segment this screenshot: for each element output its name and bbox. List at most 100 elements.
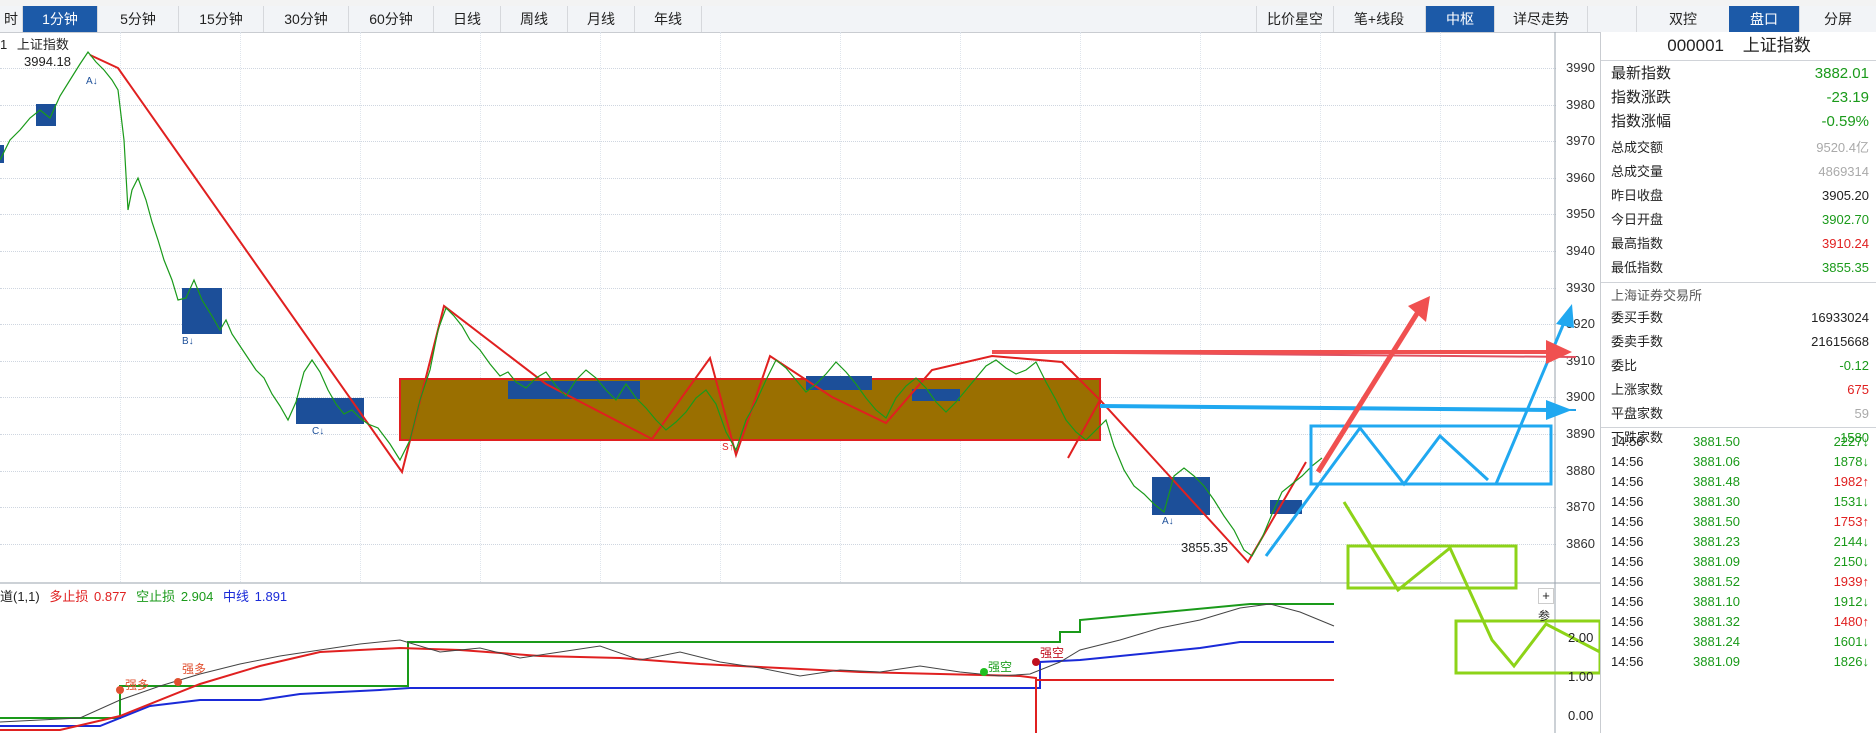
tick-row[interactable]: 14:56 3881.10 1912↓	[1601, 592, 1876, 612]
quote-exchange-row: 委卖手数 21615668	[1601, 330, 1876, 354]
tick-price: 3881.09	[1693, 654, 1740, 669]
quote-exchange-row: 上涨家数 675	[1601, 378, 1876, 402]
tick-row[interactable]: 14:56 3881.23 2144↓	[1601, 532, 1876, 552]
quote-exchange-label: 委比	[1611, 358, 1638, 373]
tick-volume: 1939↑	[1833, 574, 1869, 589]
quote-detail-value: 3910.24	[1822, 236, 1869, 251]
tick-volume: 1982↑	[1833, 474, 1869, 489]
tick-time: 14:56	[1611, 594, 1644, 609]
quote-exchange-label: 委卖手数	[1611, 334, 1664, 349]
tick-volume: 1826↓	[1833, 654, 1869, 669]
indicator-tick-0: 0.00	[1568, 708, 1594, 723]
blue-up-arrow-head	[1556, 304, 1574, 328]
quote-separator-2	[1601, 282, 1876, 283]
indicator-legend: 道(1,1) 多止损 0.877 空止损 2.904 中线 1.891	[0, 586, 287, 605]
tick-time: 14:56	[1611, 534, 1644, 549]
quote-detail-label: 昨日收盘	[1611, 188, 1664, 203]
quote-detail-value: 9520.4亿	[1816, 140, 1869, 155]
blue-flat-arrow	[1099, 404, 1551, 412]
quote-detail-label: 最高指数	[1611, 236, 1664, 251]
quote-panel: 000001 上证指数 最新指数 3882.01 指数涨跌 -23.19 指数涨幅 -0.…	[1600, 32, 1876, 733]
quote-detail-row: 总成交额 9520.4亿	[1601, 136, 1876, 160]
tick-price: 3881.23	[1693, 534, 1740, 549]
quote-exchange-label: 平盘家数	[1611, 406, 1664, 421]
tick-row[interactable]: 14:56 3881.50 1753↑	[1601, 512, 1876, 532]
quote-exchange-value: 675	[1847, 382, 1869, 397]
tick-row[interactable]: 14:56 3881.52 1939↑	[1601, 572, 1876, 592]
quote-detail-row: 总成交量 4869314	[1601, 160, 1876, 184]
mark-s1: S↑	[722, 442, 734, 453]
mark-a1: A↓	[86, 76, 98, 87]
quote-detail-label: 总成交量	[1611, 164, 1664, 179]
quote-detail-row: 最低指数 3855.35	[1601, 256, 1876, 280]
tick-row[interactable]: 14:56 3881.50 2227↓	[1601, 432, 1876, 452]
quote-exchange-row: 平盘家数 59	[1601, 402, 1876, 426]
quote-main-value: 3882.01	[1814, 65, 1869, 82]
quote-detail-row: 今日开盘 3902.70	[1601, 208, 1876, 232]
tick-row[interactable]: 14:56 3881.09 1826↓	[1601, 652, 1876, 672]
price-chart: A↓ B↓ C↓ S↑ A↓	[0, 32, 1694, 733]
exchange-name: 上海证券交易所	[1611, 288, 1703, 303]
tick-row[interactable]: 14:56 3881.06 1878↓	[1601, 452, 1876, 472]
tick-row[interactable]: 14:56 3881.30 1531↓	[1601, 492, 1876, 512]
quote-main-label: 最新指数	[1611, 65, 1672, 82]
tick-time: 14:56	[1611, 474, 1644, 489]
tick-price: 3881.30	[1693, 494, 1740, 509]
quote-separator	[1601, 60, 1876, 61]
tick-price: 3881.50	[1693, 434, 1740, 449]
short-stop-line	[0, 646, 1037, 733]
indicator-add-button[interactable]: +	[1538, 588, 1554, 604]
indicator-param-button[interactable]: 参	[1538, 607, 1550, 624]
tick-row[interactable]: 14:56 3881.48 1982↑	[1601, 472, 1876, 492]
tick-volume: 1878↓	[1833, 454, 1869, 469]
mid-line-value: 1.891	[254, 589, 288, 604]
zhongshu-box-6	[912, 389, 960, 401]
indicator-tick-2: 2.00	[1568, 630, 1594, 645]
quote-detail-row: 最高指数 3910.24	[1601, 232, 1876, 256]
quote-exchange-row: 委比 -0.12	[1601, 354, 1876, 378]
quote-exchange-value: 59	[1854, 406, 1869, 421]
pivot-zone	[399, 378, 1101, 441]
tick-time: 14:56	[1611, 554, 1644, 569]
tick-price: 3881.09	[1693, 554, 1740, 569]
quote-detail-value: 4869314	[1818, 164, 1869, 179]
tick-time: 14:56	[1611, 574, 1644, 589]
tick-volume: 1480↑	[1833, 614, 1869, 629]
annotation-4: 强空	[1040, 646, 1065, 660]
annotation-3: 强空	[988, 660, 1013, 674]
bi-line	[89, 54, 1307, 564]
quote-code: 000001	[1667, 36, 1724, 55]
tick-time: 14:56	[1611, 654, 1644, 669]
tick-volume: 2227↓	[1833, 434, 1869, 449]
signal-dot-4	[1032, 658, 1040, 666]
quote-detail-value: 3902.70	[1822, 212, 1869, 227]
tick-row[interactable]: 14:56 3881.09 2150↓	[1601, 552, 1876, 572]
tick-price: 3881.52	[1693, 574, 1740, 589]
short-stop-label: 空止损	[136, 589, 176, 604]
tick-price: 3881.32	[1693, 614, 1740, 629]
short-stop-value: 2.904	[180, 589, 214, 604]
blue-flat-arrow-head	[1546, 400, 1572, 420]
tick-time: 14:56	[1611, 454, 1644, 469]
mid-line-label: 中线	[222, 589, 249, 604]
tick-volume: 1912↓	[1833, 594, 1869, 609]
mark-b1: B↓	[182, 336, 194, 347]
tick-row[interactable]: 14:56 3881.32 1480↑	[1601, 612, 1876, 632]
quote-separator-3	[1601, 427, 1876, 428]
quote-main-label: 指数涨幅	[1611, 113, 1672, 130]
tick-volume: 1753↑	[1833, 514, 1869, 529]
quote-detail-label: 今日开盘	[1611, 212, 1664, 227]
indicator-tick-1: 1.00	[1568, 669, 1594, 684]
tick-price: 3881.48	[1693, 474, 1740, 489]
red-up-arrow	[1315, 310, 1421, 474]
quote-detail-value: 3905.20	[1822, 188, 1869, 203]
quote-exchange-value: 16933024	[1811, 310, 1869, 325]
tick-row[interactable]: 14:56 3881.24 1601↓	[1601, 632, 1876, 652]
quote-exchange-value: 21615668	[1811, 334, 1869, 349]
indicator-name: 道(1,1)	[0, 589, 40, 604]
long-stop-label: 多止损	[49, 589, 89, 604]
tick-time: 14:56	[1611, 514, 1644, 529]
quote-main-row: 指数涨跌 -23.19	[1601, 86, 1876, 110]
tick-volume: 2144↓	[1833, 534, 1869, 549]
tick-time: 14:56	[1611, 434, 1644, 449]
